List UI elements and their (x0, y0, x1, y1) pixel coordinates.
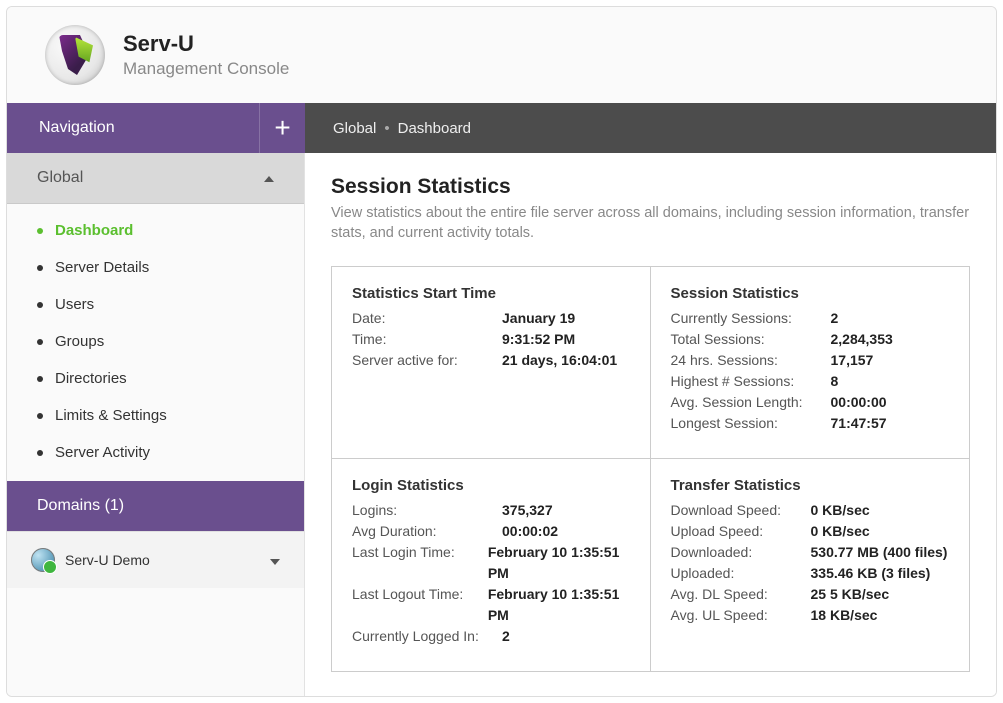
box-title: Session Statistics (671, 285, 950, 302)
stat-label: Highest # Sessions: (671, 371, 831, 392)
stat-box-login: Login Statistics Logins:375,327 Avg Dura… (332, 459, 651, 671)
stat-value: 00:00:02 (502, 521, 558, 542)
stat-value: February 10 1:35:51 PM (488, 542, 630, 584)
stat-box-start-time: Statistics Start Time Date:January 19 Ti… (332, 267, 651, 459)
stat-value: 8 (831, 371, 839, 392)
stat-label: Uploaded: (671, 563, 811, 584)
stat-value: 00:00:00 (831, 392, 887, 413)
stat-label: Avg. DL Speed: (671, 584, 811, 605)
breadcrumb: Global • Dashboard (305, 103, 996, 153)
brand-logo-icon (45, 25, 105, 85)
page-title: Session Statistics (331, 175, 970, 199)
sidebar-item-limits-settings[interactable]: Limits & Settings (7, 397, 304, 434)
globe-icon (31, 548, 55, 572)
stat-label: Last Login Time: (352, 542, 488, 584)
stat-value: 530.77 MB (400 files) (811, 542, 948, 563)
sidebar-item-server-activity[interactable]: Server Activity (7, 434, 304, 471)
stat-label: Currently Logged In: (352, 626, 502, 647)
stat-value: 71:47:57 (831, 413, 887, 434)
stat-label: Upload Speed: (671, 521, 811, 542)
brand-subtitle: Management Console (123, 59, 289, 79)
breadcrumb-page[interactable]: Dashboard (398, 120, 471, 137)
page-description: View statistics about the entire file se… (331, 203, 970, 244)
chevron-down-icon (270, 552, 280, 568)
stat-value: 21 days, 16:04:01 (502, 350, 617, 371)
breadcrumb-root[interactable]: Global (333, 120, 376, 137)
stat-label: Currently Sessions: (671, 308, 831, 329)
stat-box-session: Session Statistics Currently Sessions:2 … (651, 267, 970, 459)
stat-value: 18 KB/sec (811, 605, 878, 626)
sidebar-item-directories[interactable]: Directories (7, 360, 304, 397)
stat-value: 17,157 (831, 350, 874, 371)
domain-name: Serv-U Demo (65, 552, 150, 568)
stat-value: 9:31:52 PM (502, 329, 575, 350)
stat-label: Date: (352, 308, 502, 329)
sidebar-item-server-details[interactable]: Server Details (7, 249, 304, 286)
stat-label: Total Sessions: (671, 329, 831, 350)
stat-value: January 19 (502, 308, 575, 329)
stat-value: 25 5 KB/sec (811, 584, 890, 605)
navbar: Navigation + Global • Dashboard (7, 103, 996, 153)
stat-label: Server active for: (352, 350, 502, 371)
stat-label: Logins: (352, 500, 502, 521)
box-title: Login Statistics (352, 477, 630, 494)
stat-label: Avg. UL Speed: (671, 605, 811, 626)
stat-label: Last Logout Time: (352, 584, 488, 626)
sidebar-item-users[interactable]: Users (7, 286, 304, 323)
stat-label: 24 hrs. Sessions: (671, 350, 831, 371)
stat-label: Longest Session: (671, 413, 831, 434)
brand-title: Serv-U (123, 31, 289, 57)
stat-value: February 10 1:35:51 PM (488, 584, 630, 626)
chevron-up-icon (264, 169, 274, 187)
stat-label: Avg Duration: (352, 521, 502, 542)
stat-value: 375,327 (502, 500, 553, 521)
app-header: Serv-U Management Console (7, 7, 996, 103)
stat-value: 2 (502, 626, 510, 647)
sidebar-item-groups[interactable]: Groups (7, 323, 304, 360)
sidebar-section-label: Global (37, 169, 83, 187)
box-title: Statistics Start Time (352, 285, 630, 302)
sidebar-section-global[interactable]: Global (7, 153, 304, 204)
add-button[interactable]: + (259, 103, 305, 153)
sidebar: Global Dashboard Server Details Users Gr… (7, 153, 305, 696)
stat-value: 0 KB/sec (811, 500, 870, 521)
stat-value: 0 KB/sec (811, 521, 870, 542)
stat-label: Avg. Session Length: (671, 392, 831, 413)
navigation-label: Navigation (7, 103, 259, 153)
stat-label: Download Speed: (671, 500, 811, 521)
stat-value: 335.46 KB (3 files) (811, 563, 931, 584)
breadcrumb-separator-icon: • (376, 120, 397, 137)
sidebar-section-domains[interactable]: Domains (1) (7, 481, 304, 531)
stat-value: 2 (831, 308, 839, 329)
main-content: Session Statistics View statistics about… (305, 153, 996, 696)
sidebar-nav-list: Dashboard Server Details Users Groups Di… (7, 204, 304, 481)
box-title: Transfer Statistics (671, 477, 950, 494)
sidebar-item-dashboard[interactable]: Dashboard (7, 212, 304, 249)
stats-grid: Statistics Start Time Date:January 19 Ti… (331, 266, 970, 672)
stat-label: Downloaded: (671, 542, 811, 563)
stat-box-transfer: Transfer Statistics Download Speed:0 KB/… (651, 459, 970, 671)
domain-row[interactable]: Serv-U Demo (7, 531, 304, 588)
stat-label: Time: (352, 329, 502, 350)
stat-value: 2,284,353 (831, 329, 893, 350)
